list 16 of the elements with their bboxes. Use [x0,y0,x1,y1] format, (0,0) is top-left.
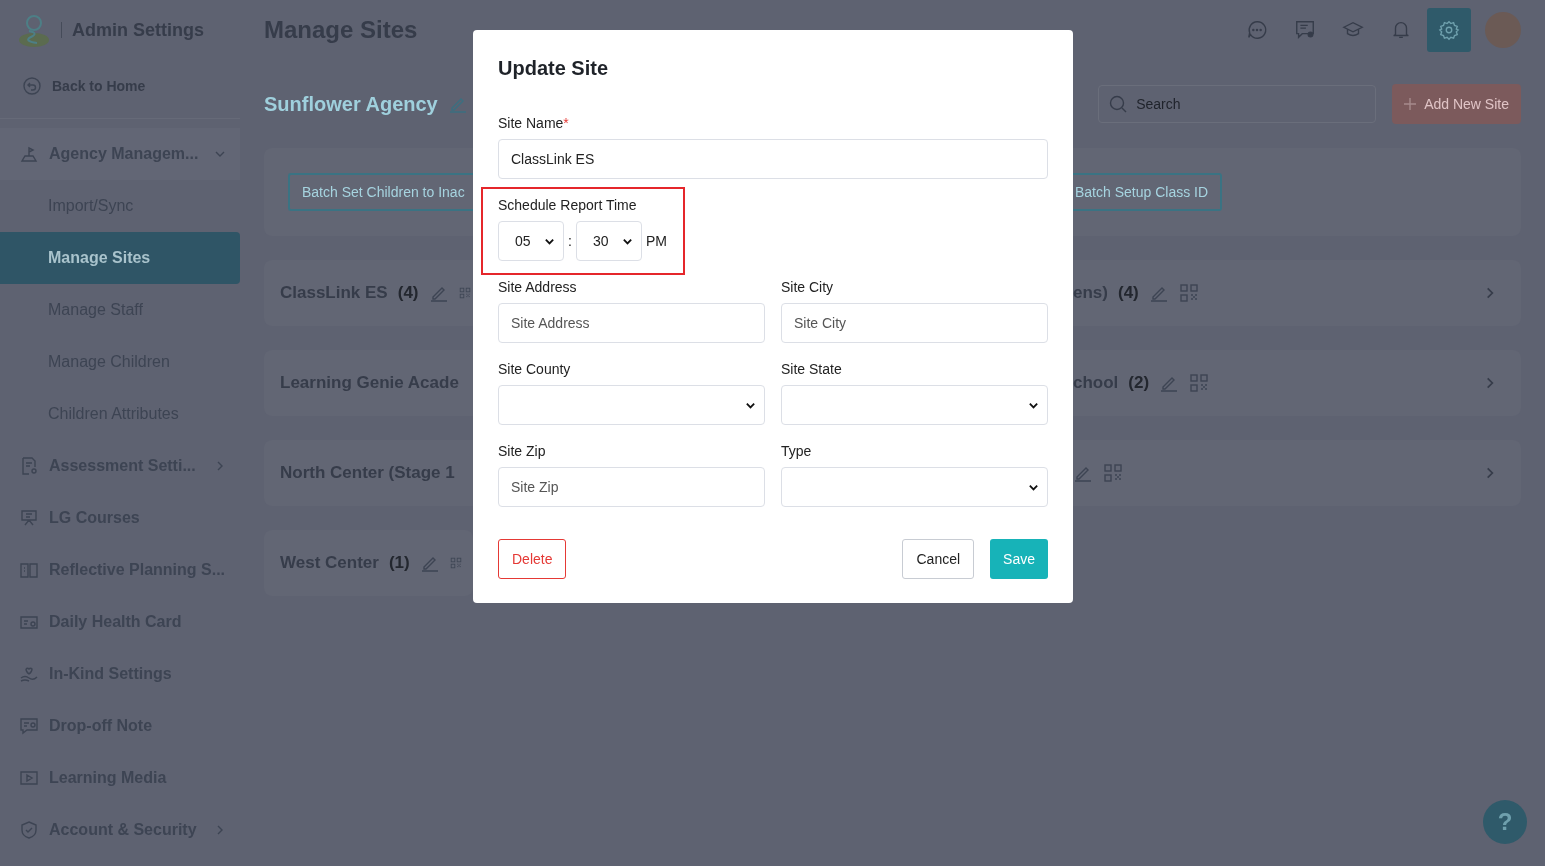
field-label: Site Zip [498,443,547,460]
field-label: Site County [498,361,572,378]
time-separator: : [568,233,572,249]
site-count: (4) [397,283,419,303]
field-label: Schedule Report Time [498,197,638,214]
site-count: (1) [388,553,410,573]
dialog-title: Update Site [498,56,610,81]
time-period: PM [645,233,667,249]
agency-name: Sunflower Agency [264,92,438,116]
site-count: (2) [1128,373,1150,393]
field-label: Site Name* [498,115,570,132]
field-label: Type [781,443,813,460]
field-label: Site Address [498,279,578,296]
field-label: Site State [781,361,843,378]
site-count: (4) [1117,283,1139,303]
field-label: Site City [781,279,835,296]
